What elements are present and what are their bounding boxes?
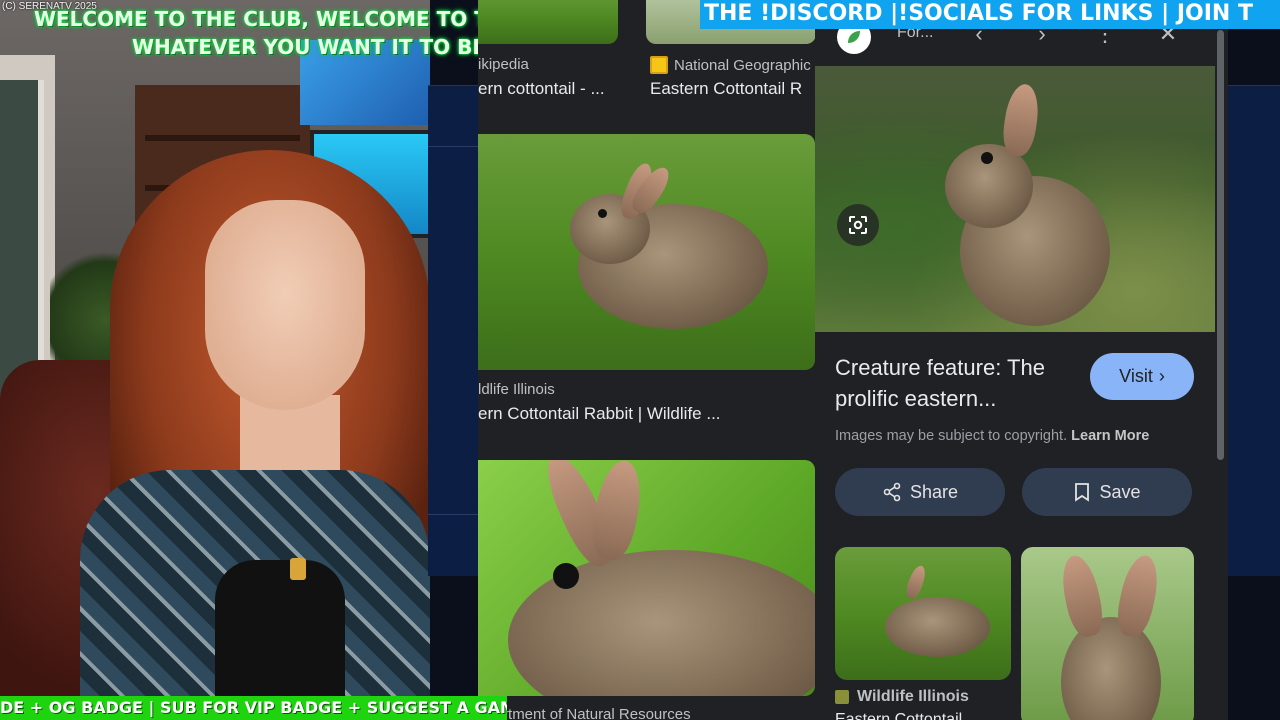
result-thumb-3[interactable] bbox=[478, 460, 815, 696]
rabbit-ear bbox=[587, 460, 647, 563]
rabbit-eye bbox=[553, 563, 579, 589]
rabbit-ear bbox=[1056, 552, 1108, 640]
related-source-label: Wildlife Illinois bbox=[857, 688, 969, 705]
bottom-ticker: DE + OG BADGE | SUB FOR VIP BADGE + SUGG… bbox=[0, 696, 507, 720]
related-image-2[interactable] bbox=[1021, 547, 1194, 720]
lens-glyph bbox=[849, 216, 867, 234]
leaf-icon bbox=[848, 31, 860, 43]
webcam-feed bbox=[0, 0, 430, 696]
visit-button[interactable]: Visit › bbox=[1090, 353, 1194, 400]
chevron-right-icon: › bbox=[1158, 366, 1165, 386]
share-button[interactable]: Share bbox=[835, 468, 1005, 516]
result-source-2: ldlife Illinois bbox=[478, 381, 555, 398]
necklace-pendant bbox=[290, 558, 306, 580]
result-title-1[interactable]: Eastern Cottontail R bbox=[650, 79, 802, 99]
main-image[interactable] bbox=[815, 66, 1215, 332]
result-thumb-0[interactable] bbox=[478, 0, 618, 44]
rabbit-eye bbox=[981, 152, 993, 164]
top-ticker: THE !DISCORD |!SOCIALS FOR LINKS | JOIN … bbox=[700, 0, 1280, 29]
copyright-note: Images may be subject to copyright. Lear… bbox=[835, 428, 1149, 444]
background-browser-right bbox=[1228, 85, 1280, 576]
result-source-0: ikipedia bbox=[478, 56, 529, 73]
result-page-title[interactable]: Creature feature: The prolific eastern..… bbox=[835, 352, 1075, 414]
related-source: Wildlife Illinois bbox=[835, 688, 969, 706]
result-title-0[interactable]: ern cottontail - ... bbox=[478, 79, 605, 99]
image-results-grid: ikipedia ern cottontail - ... National G… bbox=[478, 0, 815, 720]
source-label: National Geographic bbox=[674, 56, 811, 74]
share-icon bbox=[883, 482, 901, 502]
related-image-1[interactable] bbox=[835, 547, 1011, 680]
rabbit bbox=[885, 597, 990, 657]
result-source-3: epartment of Natural Resources bbox=[478, 706, 691, 720]
google-lens-icon[interactable] bbox=[837, 204, 879, 246]
natgeo-favicon bbox=[650, 56, 668, 74]
learn-more-link[interactable]: Learn More bbox=[1071, 428, 1149, 444]
result-thumb-2[interactable] bbox=[478, 134, 815, 370]
rabbit-eye bbox=[598, 209, 607, 218]
streamer-top bbox=[215, 560, 345, 696]
source-label: ikipedia bbox=[478, 56, 529, 73]
rabbit bbox=[1061, 617, 1161, 720]
result-source-1: National Geographic bbox=[650, 56, 811, 74]
image-detail-panel: For... ‹ › ⋮ ✕ Creature feature: The pro… bbox=[815, 0, 1228, 720]
visit-label: Visit bbox=[1119, 366, 1153, 386]
save-label: Save bbox=[1099, 481, 1141, 502]
related-title[interactable]: Eastern Cottontail ... bbox=[835, 711, 980, 720]
result-title-2[interactable]: ern Cottontail Rabbit | Wildlife ... bbox=[478, 404, 721, 424]
panel-scrollbar[interactable] bbox=[1217, 30, 1224, 460]
rabbit-ear bbox=[903, 563, 929, 601]
bookmark-icon bbox=[1075, 483, 1090, 502]
copyright-note-text: Images may be subject to copyright. bbox=[835, 428, 1068, 444]
share-label: Share bbox=[909, 481, 959, 502]
save-button[interactable]: Save bbox=[1022, 468, 1192, 516]
streamer-face bbox=[205, 200, 365, 410]
rabbit-ear bbox=[1112, 552, 1164, 640]
wildlife-illinois-favicon bbox=[835, 690, 849, 704]
